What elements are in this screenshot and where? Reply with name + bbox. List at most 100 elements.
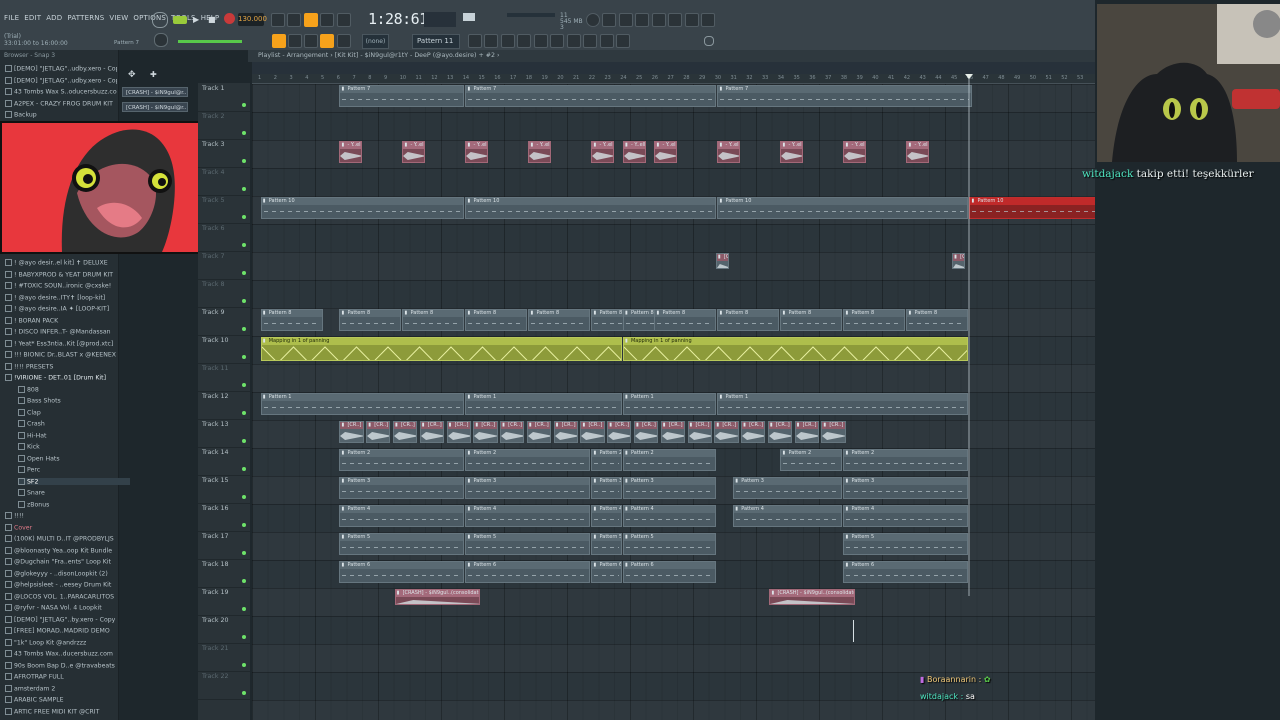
track-header[interactable]: Track 18 xyxy=(198,559,250,588)
browser-subfolder[interactable]: Bass Shots xyxy=(18,397,130,405)
track-mute-icon[interactable] xyxy=(242,131,246,135)
browser-folder[interactable]: [DEMO] "JETLAG"..udby.xero - Copy xyxy=(5,76,117,84)
playlist-clip[interactable]: Pattern 6 xyxy=(465,561,591,583)
track-header[interactable]: Track 17 xyxy=(198,531,250,560)
browser-folder[interactable]: amsterdam 2 xyxy=(5,684,117,692)
playlist-clip[interactable]: [CR..] xyxy=(473,421,498,443)
track-header[interactable]: Track 8 xyxy=(198,279,250,308)
piano-roll-window-icon[interactable] xyxy=(484,34,498,48)
track-mute-icon[interactable] xyxy=(242,691,246,695)
tempo-window-icon[interactable] xyxy=(567,34,581,48)
playlist-clip[interactable]: [CR..] xyxy=(607,421,632,443)
playlist-clip[interactable]: Pattern 3 xyxy=(733,477,843,499)
browser-subfolder[interactable]: Kick xyxy=(18,443,130,451)
channel-rack-window-icon[interactable] xyxy=(517,34,531,48)
loop-record-icon[interactable] xyxy=(304,13,318,27)
master-pitch-knob[interactable] xyxy=(154,33,168,47)
playlist-clip[interactable]: Pattern 3 xyxy=(591,477,622,499)
track-header[interactable]: Track 11 xyxy=(198,363,250,392)
track-mute-icon[interactable] xyxy=(242,439,246,443)
playlist-clip[interactable]: [CR..] xyxy=(580,421,605,443)
playlist-clip[interactable]: Mapping in 1 of panning xyxy=(260,337,622,361)
track-mute-icon[interactable] xyxy=(242,663,246,667)
playlist-clip[interactable]: - Y..ell xyxy=(402,141,426,163)
playlist-clip[interactable]: Pattern 10 xyxy=(465,197,717,219)
playlist-clip[interactable]: Mapping in 1 of panning xyxy=(622,337,969,361)
playlist-clip[interactable]: Pattern 5 xyxy=(465,533,591,555)
record-button[interactable] xyxy=(224,13,235,24)
metronome-icon[interactable] xyxy=(152,12,168,28)
playlist-clip[interactable]: Pattern 8 xyxy=(528,309,591,331)
playlist-clip[interactable]: - Y..ell xyxy=(906,141,930,163)
playlist-clip[interactable]: Pattern 4 xyxy=(465,505,591,527)
master-volume-slider[interactable] xyxy=(178,40,242,43)
playlist-clip[interactable]: - Y..ell xyxy=(465,141,489,163)
playlist-clip[interactable]: Pattern 7 xyxy=(717,85,972,107)
browser-subfolder[interactable]: Perc xyxy=(18,466,130,474)
playlist-clip[interactable]: Pattern 3 xyxy=(465,477,591,499)
sample-slot-2[interactable]: [CRASH] - $iN9gul@r... xyxy=(122,102,188,112)
plugin-window-icon[interactable] xyxy=(550,34,564,48)
track-header[interactable]: Track 13 xyxy=(198,419,250,448)
mixer-window-icon[interactable] xyxy=(501,34,515,48)
playlist-clip[interactable]: [CR..] xyxy=(339,421,364,443)
playlist-clip[interactable]: [CR..] xyxy=(634,421,659,443)
browser-folder[interactable]: ARABIC SAMPLE xyxy=(5,696,117,704)
channel-rack-icon[interactable] xyxy=(668,13,682,27)
playlist-clip[interactable]: [CR..] xyxy=(687,421,712,443)
playlist-clip[interactable]: Pattern 1 xyxy=(622,393,717,415)
browser-folder[interactable]: @bloonasty Yea..oop Kit Bundle xyxy=(5,546,117,554)
browser-folder[interactable]: (100K) MULTI D..IT @PRODBYLJS xyxy=(5,535,117,543)
playlist-clip[interactable]: [CR..] xyxy=(715,253,730,269)
browser-folder[interactable]: @ryfvr - NASA Vol. 4 Loopkit xyxy=(5,604,117,612)
browser-subfolder[interactable]: SF2 xyxy=(18,477,130,485)
browser-subfolder[interactable]: Snare xyxy=(18,489,130,497)
playlist-clip[interactable]: [CR..] xyxy=(952,253,966,269)
playlist-clip[interactable]: Pattern 4 xyxy=(843,505,969,527)
playlist-clip[interactable]: Pattern 8 xyxy=(260,309,323,331)
track-mute-icon[interactable] xyxy=(242,187,246,191)
song-position-display[interactable]: 1:28:61 xyxy=(368,10,428,28)
mic-icon[interactable] xyxy=(619,13,633,27)
paint-icon[interactable] xyxy=(304,34,318,48)
help-icon[interactable] xyxy=(635,13,649,27)
news-icon[interactable] xyxy=(616,34,630,48)
browser-folder[interactable]: Cover xyxy=(5,523,117,531)
track-mute-icon[interactable] xyxy=(242,271,246,275)
browser-folder[interactable]: 43 Tombs Wax S..oducersbuzz.com xyxy=(5,88,117,96)
browser-window-icon[interactable] xyxy=(534,34,548,48)
playlist-clip[interactable]: [CR..] xyxy=(500,421,525,443)
browser-subfolder[interactable]: zBonus xyxy=(18,500,130,508)
track-header[interactable]: Track 21 xyxy=(198,643,250,672)
piano-roll-icon[interactable] xyxy=(685,13,699,27)
track-header[interactable]: Track 16 xyxy=(198,503,250,532)
playlist-clip[interactable]: Pattern 6 xyxy=(843,561,969,583)
playlist-clip[interactable]: Pattern 6 xyxy=(591,561,622,583)
browser-subfolder[interactable]: Hi-Hat xyxy=(18,431,130,439)
online-icon[interactable] xyxy=(586,13,600,27)
playlist-clip[interactable]: Pattern 2 xyxy=(339,449,465,471)
browser-folder[interactable]: [FREE] MORAD..MADRID DEMO xyxy=(5,627,117,635)
playlist-clip[interactable]: Pattern 8 xyxy=(654,309,717,331)
track-header[interactable]: Track 1 xyxy=(198,83,250,112)
browser-folder[interactable]: "1k" Loop Kit @andrzzz xyxy=(5,638,117,646)
browser-folder[interactable]: ! @ayo desire..IA ✦ [LOOP-KIT] xyxy=(5,305,117,313)
playlist-clip[interactable]: [CR..] xyxy=(767,421,793,443)
browser-folder[interactable]: ! #TOXIC SOUN..ironic @cxske! xyxy=(5,282,117,290)
playlist-clip[interactable]: Pattern 8 xyxy=(465,309,528,331)
menu-add[interactable]: ADD xyxy=(46,14,62,22)
playlist-clip[interactable]: Pattern 6 xyxy=(622,561,717,583)
browser-folder[interactable]: ! BORAN PACK xyxy=(5,316,117,324)
playlist-clip[interactable]: Pattern 8 xyxy=(402,309,465,331)
track-header[interactable]: Track 7 xyxy=(198,251,250,280)
browser-folder[interactable]: @helpsisleet - ..eesey Drum Kit xyxy=(5,581,117,589)
playlist-clip[interactable]: [CR..] xyxy=(419,421,444,443)
record-window-icon[interactable] xyxy=(600,34,614,48)
menu-edit[interactable]: EDIT xyxy=(24,14,41,22)
browser-folder[interactable]: ! BABYXPROD & YEAT DRUM KIT xyxy=(5,270,117,278)
menu-file[interactable]: FILE xyxy=(4,14,19,22)
add-icon[interactable]: ✚ xyxy=(150,70,157,79)
song-end-marker-icon[interactable] xyxy=(965,74,973,79)
playlist-icon[interactable] xyxy=(468,34,482,48)
blend-notes-icon[interactable] xyxy=(320,13,334,27)
